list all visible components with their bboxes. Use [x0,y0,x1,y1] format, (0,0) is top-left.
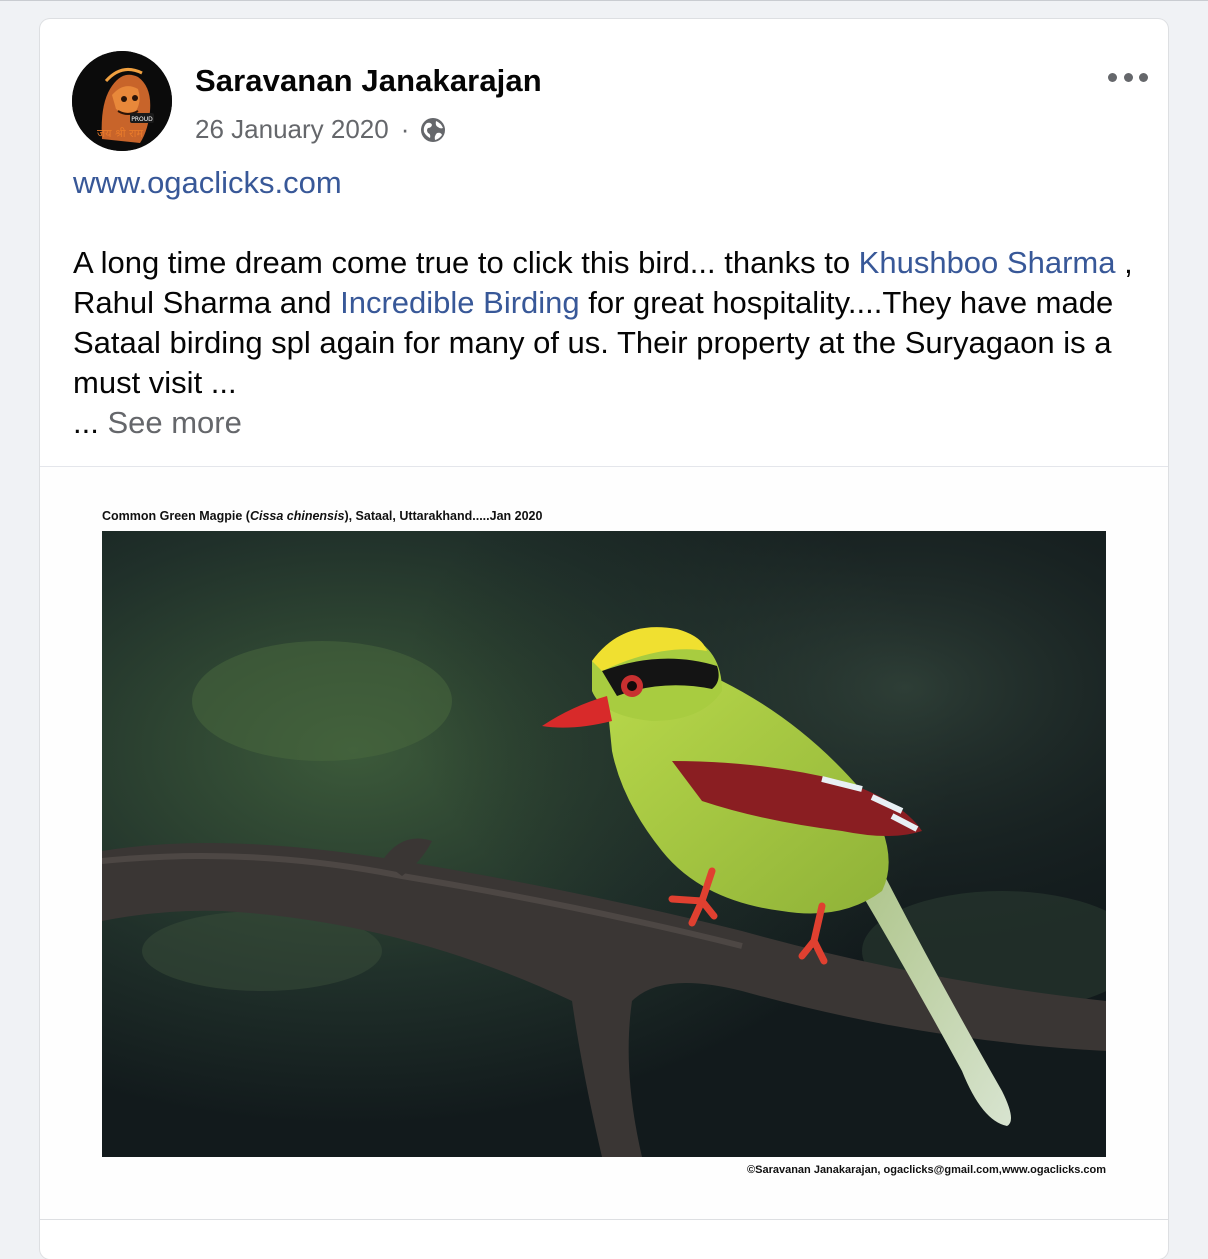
tag-khushboo-sharma[interactable]: Khushboo Sharma [859,245,1116,280]
photo-bottom-divider [40,1219,1168,1220]
post-meta: 26 January 2020 · [195,114,447,145]
author-avatar[interactable]: PROUD जय श्री राम [72,51,172,151]
more-dot-icon [1123,72,1133,82]
more-dot-icon [1139,72,1148,82]
caption-text: Common Green Magpie ( [102,509,250,523]
tag-incredible-birding[interactable]: Incredible Birding [340,285,580,320]
caption-text: ), Sataal, Uttarakhand.....Jan 2020 [344,509,543,523]
post-photo[interactable]: Common Green Magpie (Cissa chinensis), S… [40,467,1168,1219]
avatar-image: PROUD जय श्री राम [72,51,172,151]
bird-photo [102,531,1106,1157]
ellipsis: ... [73,405,108,440]
post-text-part: A long time dream come true to click thi… [73,245,859,280]
more-dot-icon [1108,72,1117,82]
svg-text:जय श्री राम: जय श्री राम [97,127,144,140]
caption-species: Cissa chinensis [249,509,345,523]
photo-caption: Common Green Magpie (Cissa chinensis), S… [102,509,542,523]
more-options-button[interactable] [1108,67,1148,87]
website-link[interactable]: www.ogaclicks.com [73,165,342,201]
svg-text:PROUD: PROUD [131,116,153,123]
photo-credit: ©Saravanan Janakarajan, ogaclicks@gmail.… [747,1164,1106,1176]
post-text: A long time dream come true to click thi… [73,243,1143,443]
post-card: PROUD जय श्री राम Saravanan Janakarajan … [40,19,1168,1259]
post-date[interactable]: 26 January 2020 [195,114,389,145]
author-name[interactable]: Saravanan Janakarajan [195,63,542,99]
top-divider [0,0,1208,1]
meta-separator: · [400,114,410,144]
see-more-link[interactable]: See more [107,405,241,440]
globe-icon [421,117,446,142]
